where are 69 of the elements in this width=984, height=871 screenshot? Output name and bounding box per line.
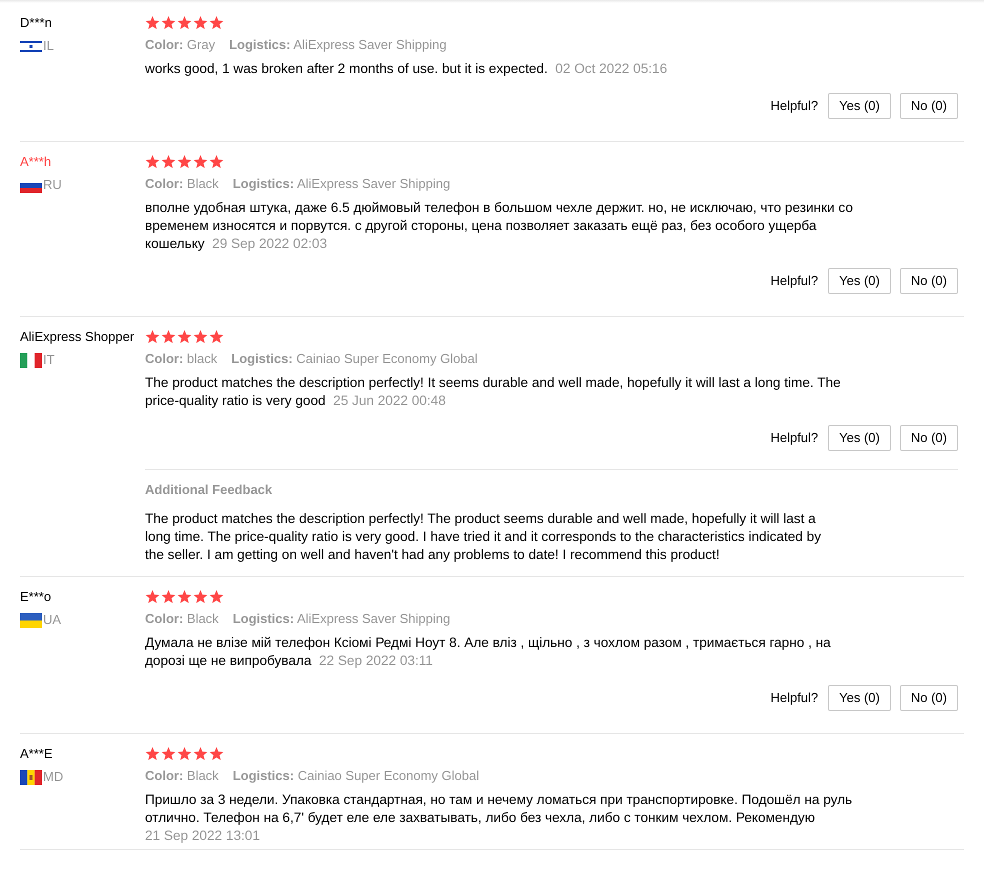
country-code: UA: [43, 611, 62, 629]
star-icon: [209, 155, 224, 169]
country-code: IL: [43, 37, 54, 55]
no-button[interactable]: No (0): [900, 425, 958, 451]
review-text: The product matches the description perfectly! It seems durable and well made, hopefully it will last a long time. The price-quality ratio is very good 25 Jun 2022 00:48: [145, 374, 842, 410]
review-text: вполне удобная штука, даже 6.5 дюймовый телефон в большом чехле держит. но, не исключаю, что резинки со временем износятся и порвутся. с другой стороны, цена позволяет заказать ещё раз, без особого ущерба кошельку 29 Sep 2022 02:03: [145, 199, 854, 253]
color-info: Color: Black: [145, 767, 219, 785]
star-icon: [193, 330, 208, 344]
star-icon: [209, 590, 224, 604]
feedback-heading: Additional Feedback: [145, 481, 274, 499]
logistics-info: Logistics: AliExpress Saver Shipping: [229, 36, 447, 54]
star-icon: [177, 16, 192, 30]
country-code: RU: [43, 176, 62, 194]
review-date: 21 Sep 2022 13:01: [145, 828, 260, 843]
star-icon: [145, 330, 160, 344]
star-icon: [209, 330, 224, 344]
yes-button[interactable]: Yes (0): [828, 685, 891, 711]
review-text: Думала не влізе мій телефон Ксіомі Редмі Ноут 8. Але вліз , щільно , з чохлом разом , тримається гарно , на дорозі ще не випробувала 22 Sep 2022 03:11: [145, 634, 832, 670]
review-text: works good, 1 was broken after 2 months of use. but it is expected. 02 Oct 2022 05:16: [145, 60, 668, 78]
yes-button[interactable]: Yes (0): [828, 425, 891, 451]
star-icon: [145, 747, 160, 761]
helpful-label: Helpful?: [770, 97, 818, 116]
helpful-label: Helpful?: [770, 429, 818, 448]
feedback-text: The product matches the description perfectly! The product seems durable and well made, hopefully it will last a long time. The price-quality ratio is very good. I have tried it and it corresponds to the characteristics indicated by the seller. I am getting on well and haven't had any problems to date! I recommend this product!: [145, 510, 822, 564]
star-icon: [177, 590, 192, 604]
review-text: Пришло за 3 недели. Упаковка стандартная, но там и нечему ломаться при транспортировке. Подошёл на руль отлично. Телефон на 6,7' будет еле еле захватывать, либо без чехла, либо с тонким чехлом. Рекомендую 21 Sep 2022 13:01: [145, 791, 854, 845]
reviewer-name: AliExpress Shopper: [20, 328, 136, 346]
yes-button[interactable]: Yes (0): [828, 268, 891, 294]
logistics-info: Logistics: Cainiao Super Economy Global: [231, 350, 478, 368]
helpful-label: Helpful?: [770, 272, 818, 290]
star-icon: [209, 747, 224, 761]
star-icon: [145, 155, 160, 169]
color-info: Color: Black: [145, 610, 219, 628]
no-button[interactable]: No (0): [900, 93, 958, 119]
star-icon: [177, 747, 192, 761]
star-icon: [193, 747, 208, 761]
star-icon: [177, 155, 192, 169]
country-code: IT: [43, 351, 55, 369]
logistics-info: Logistics: Cainiao Super Economy Global: [232, 767, 480, 785]
star-icon: [161, 16, 176, 30]
review-date: 02 Oct 2022 05:16: [555, 61, 668, 76]
review-date: 25 Jun 2022 00:48: [333, 393, 446, 408]
star-icon: [161, 590, 176, 604]
star-icon: [145, 590, 160, 604]
reviewer-name: A***h: [20, 153, 52, 171]
yes-button[interactable]: Yes (0): [828, 93, 891, 119]
star-icon: [161, 155, 176, 169]
helpful-label: Helpful?: [770, 689, 818, 708]
review-date: 29 Sep 2022 02:03: [212, 236, 328, 251]
reviewer-name: E***o: [20, 588, 52, 606]
logistics-info: Logistics: AliExpress Saver Shipping: [232, 175, 450, 193]
star-icon: [193, 155, 208, 169]
star-icon: [193, 590, 208, 604]
reviewer-name: A***E: [20, 745, 54, 763]
review-date: 22 Sep 2022 03:11: [318, 653, 433, 668]
star-icon: [193, 16, 208, 30]
star-icon: [145, 16, 160, 30]
star-icon: [161, 747, 176, 761]
star-icon: [209, 16, 224, 30]
color-info: Color: Black: [145, 175, 219, 193]
reviewer-name: D***n: [20, 14, 53, 32]
country-code: MD: [43, 768, 64, 786]
no-button[interactable]: No (0): [900, 268, 958, 294]
color-info: Color: black: [145, 350, 218, 368]
color-info: Color: Gray: [145, 36, 216, 54]
no-button[interactable]: No (0): [900, 685, 958, 711]
star-icon: [161, 330, 176, 344]
star-icon: [177, 330, 192, 344]
logistics-info: Logistics: AliExpress Saver Shipping: [232, 610, 450, 628]
